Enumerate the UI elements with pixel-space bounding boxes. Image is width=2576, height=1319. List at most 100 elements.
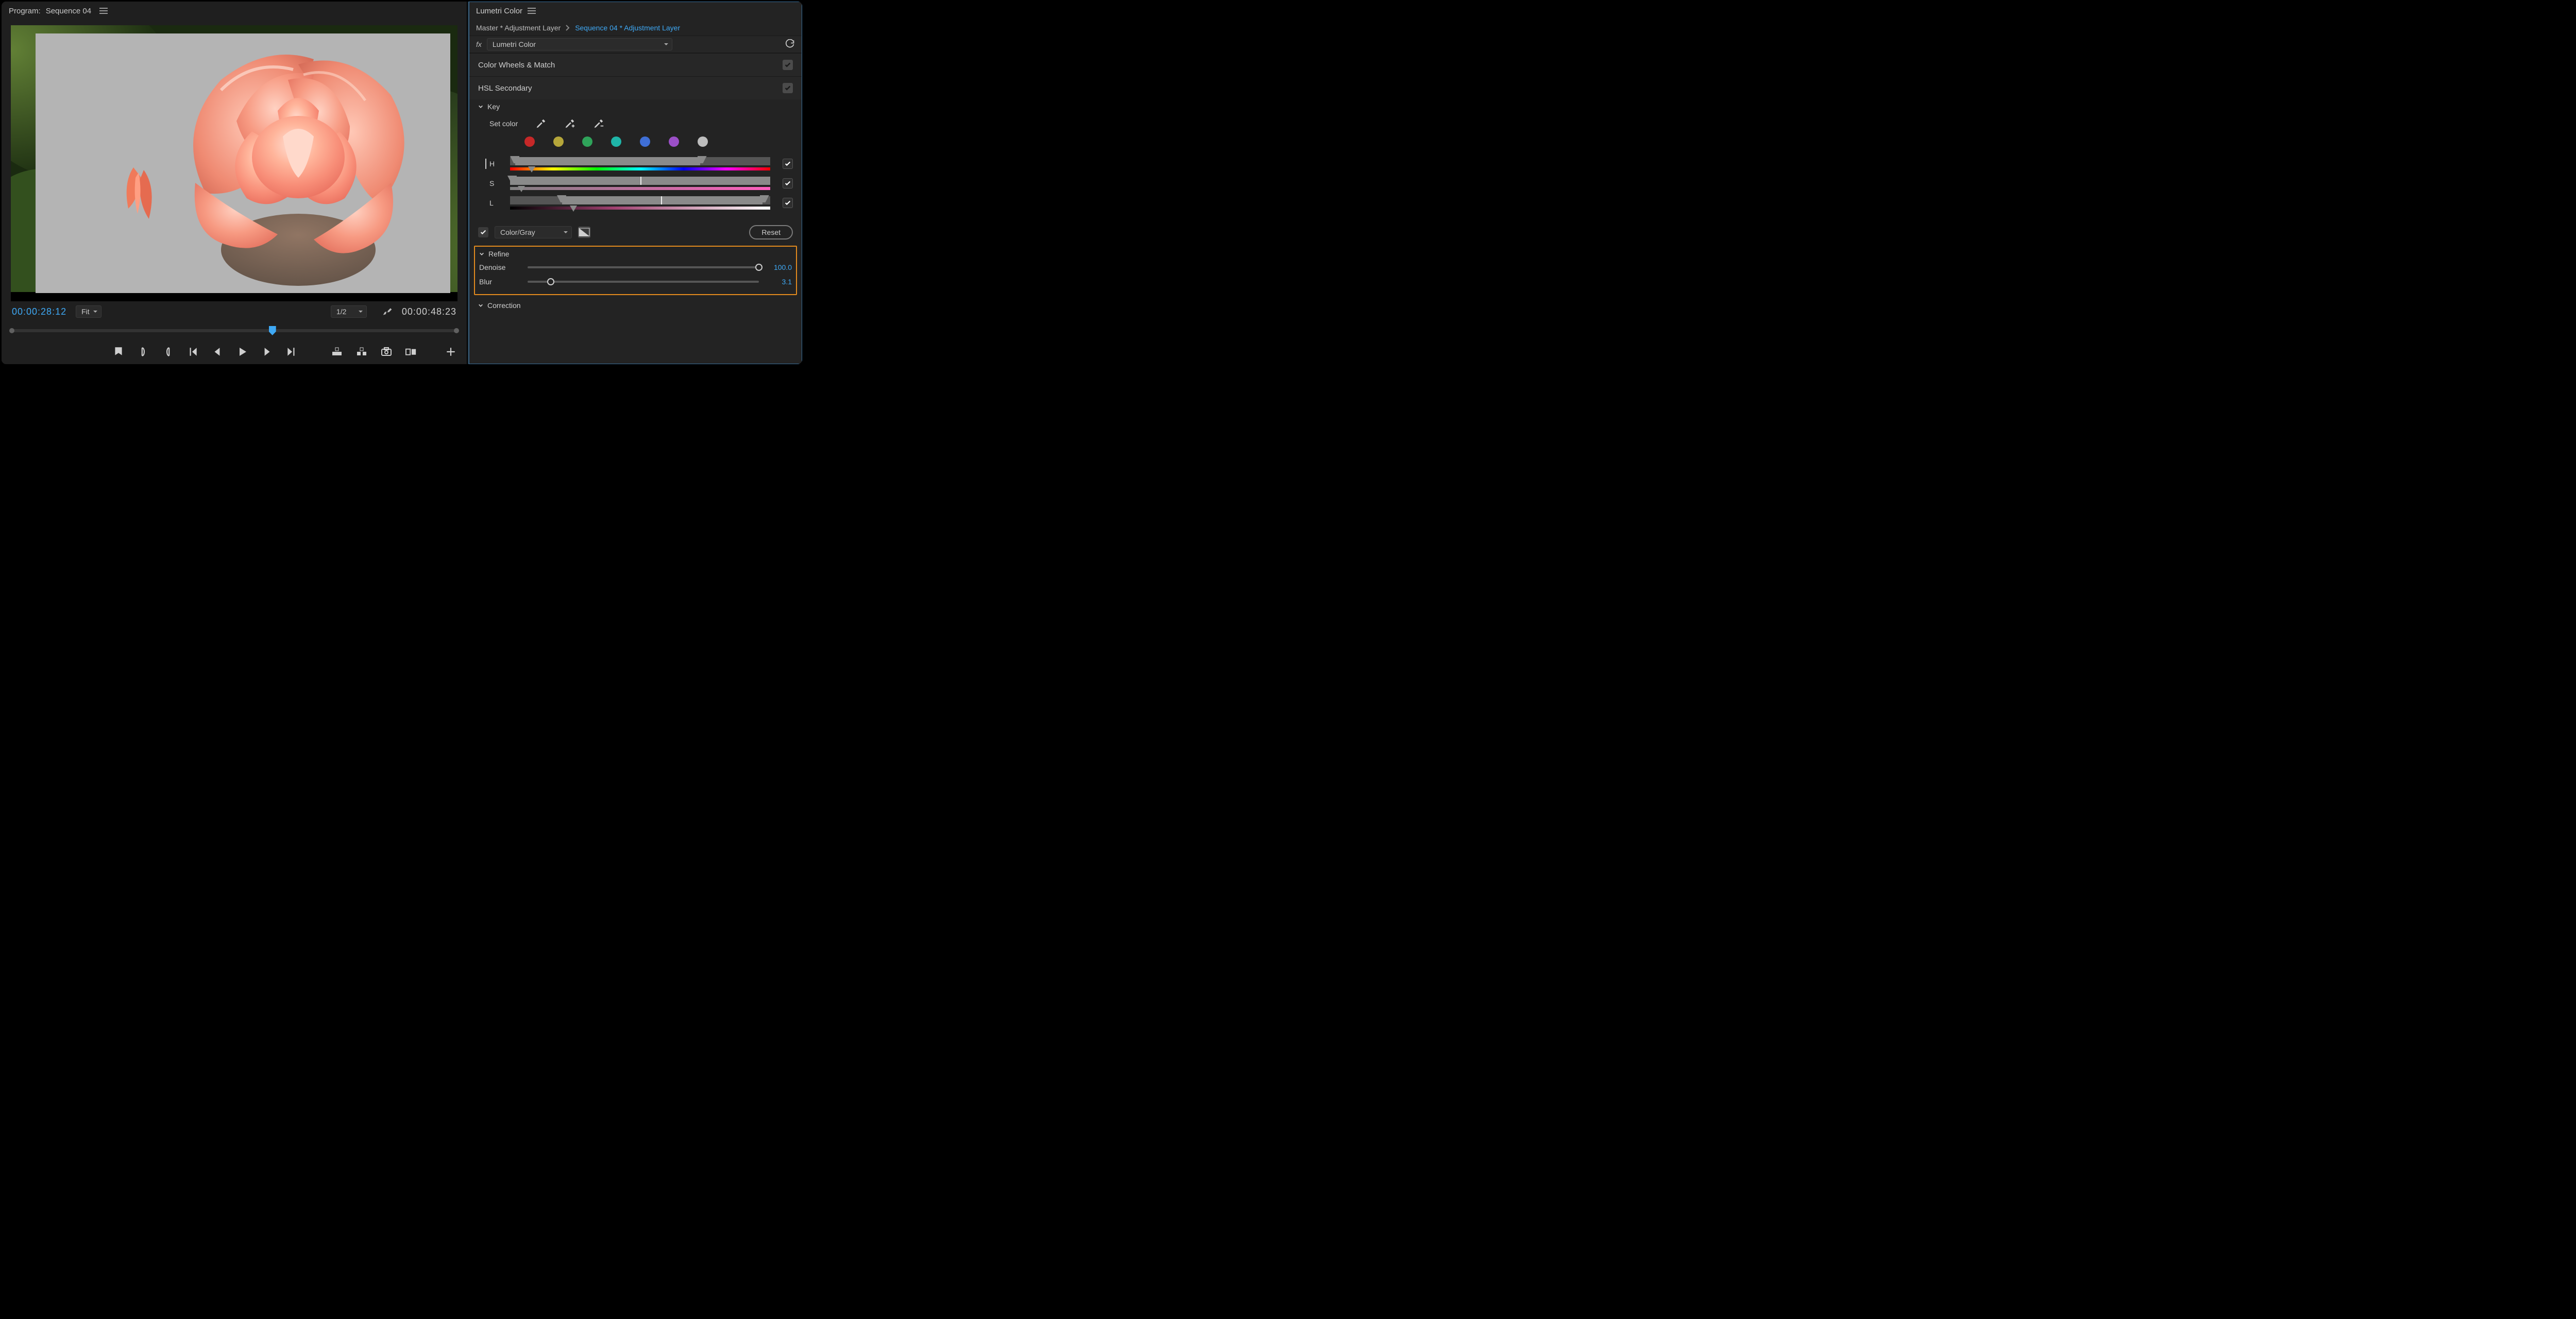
timecode-in[interactable]: 00:00:28:12: [12, 306, 66, 317]
swatch-red[interactable]: [524, 136, 535, 147]
blur-label: Blur: [479, 278, 520, 286]
add-marker-icon[interactable]: [113, 346, 124, 357]
breadcrumb-current[interactable]: Sequence 04 * Adjustment Layer: [575, 24, 680, 32]
section-toggle-checkbox[interactable]: [783, 83, 793, 93]
go-to-out-icon[interactable]: [286, 346, 297, 357]
preview-mode-dropdown[interactable]: Color/Gray: [495, 226, 572, 238]
section-label: Color Wheels & Match: [478, 61, 555, 70]
chevron-right-icon: [565, 25, 571, 31]
invert-mask-icon[interactable]: [578, 227, 590, 238]
section-hsl-secondary: HSL Secondary Key Set color: [469, 76, 802, 312]
subsection-key-header[interactable]: Key: [469, 99, 802, 114]
sat-enable-checkbox[interactable]: [783, 178, 793, 189]
preview-enable-checkbox[interactable]: [478, 227, 488, 237]
set-color-label: Set color: [489, 119, 518, 128]
chevron-down-icon: [479, 251, 484, 256]
comparison-view-icon[interactable]: [405, 346, 417, 357]
lumetri-title: Lumetri Color: [476, 7, 522, 15]
keyed-bud-image: [113, 162, 170, 234]
hue-range-row: H: [489, 154, 793, 174]
blur-slider-row: Blur 3.1: [479, 275, 792, 289]
lum-enable-checkbox[interactable]: [783, 198, 793, 208]
viewer-area: [2, 20, 467, 301]
swatch-cyan[interactable]: [611, 136, 621, 147]
hue-enable-checkbox[interactable]: [783, 159, 793, 169]
export-frame-icon[interactable]: [381, 346, 392, 357]
program-header: Program: Sequence 04: [2, 2, 467, 20]
swatch-yellow[interactable]: [553, 136, 564, 147]
program-viewer[interactable]: [11, 25, 457, 301]
reset-key-button[interactable]: Reset: [749, 225, 793, 239]
denoise-value[interactable]: 100.0: [766, 263, 792, 271]
eyedropper-subtract-icon[interactable]: [593, 118, 604, 129]
viewer-gray-matte: [36, 33, 450, 293]
button-editor-plus-icon[interactable]: [445, 346, 456, 357]
effect-dropdown[interactable]: Lumetri Color: [487, 38, 672, 50]
sat-range-slider[interactable]: [510, 177, 770, 190]
key-body: Set color: [469, 114, 802, 218]
panel-menu-icon[interactable]: [528, 8, 536, 14]
refine-group-highlight: Refine Denoise 100.0 Blur 3.1: [474, 246, 797, 295]
denoise-slider-row: Denoise 100.0: [479, 260, 792, 275]
play-icon[interactable]: [236, 346, 248, 357]
denoise-label: Denoise: [479, 263, 520, 271]
lift-icon[interactable]: [331, 346, 343, 357]
key-preview-row: Color/Gray Reset: [469, 218, 802, 244]
program-title-prefix: Program:: [9, 7, 41, 15]
step-back-icon[interactable]: [212, 346, 223, 357]
section-header-color-wheels[interactable]: Color Wheels & Match: [469, 54, 802, 76]
denoise-slider[interactable]: [528, 266, 759, 268]
swatch-blue[interactable]: [640, 136, 650, 147]
step-forward-icon[interactable]: [261, 346, 273, 357]
program-info-row: 00:00:28:12 Fit 1/2 00:00:48:23: [2, 301, 467, 322]
refine-label: Refine: [488, 250, 509, 258]
blur-slider[interactable]: [528, 281, 759, 283]
subsection-correction-header[interactable]: Correction: [469, 298, 802, 312]
timeline-track[interactable]: [12, 329, 456, 332]
effect-selector-row: fx Lumetri Color: [469, 36, 802, 53]
mark-in-icon[interactable]: [138, 346, 149, 357]
correction-label: Correction: [487, 301, 521, 310]
clip-breadcrumb: Master * Adjustment Layer Sequence 04 * …: [469, 20, 802, 36]
playhead-icon[interactable]: [269, 326, 276, 335]
zoom-dropdown[interactable]: Fit: [76, 305, 101, 318]
lum-range-slider[interactable]: [510, 196, 770, 210]
section-color-wheels: Color Wheels & Match: [469, 53, 802, 76]
transport-controls: [2, 339, 467, 364]
swatch-white[interactable]: [698, 136, 708, 147]
blur-value[interactable]: 3.1: [766, 278, 792, 286]
section-label: HSL Secondary: [478, 84, 532, 93]
go-to-in-icon[interactable]: [187, 346, 198, 357]
lum-range-row: L: [489, 193, 793, 213]
swatch-green[interactable]: [582, 136, 592, 147]
eyedropper-add-icon[interactable]: [564, 118, 575, 129]
subsection-key-label: Key: [487, 102, 500, 111]
resolution-dropdown[interactable]: 1/2: [331, 305, 367, 318]
reset-effect-icon[interactable]: [785, 39, 795, 49]
sat-label: S: [489, 179, 501, 187]
mark-out-icon[interactable]: [162, 346, 174, 357]
lum-label: L: [489, 199, 501, 207]
app-window: Program: Sequence 04: [0, 0, 804, 366]
mini-timeline[interactable]: [2, 322, 467, 339]
swatch-magenta[interactable]: [669, 136, 679, 147]
set-color-row: Set color: [489, 116, 793, 134]
subsection-refine-header[interactable]: Refine: [479, 250, 792, 260]
extract-icon[interactable]: [356, 346, 367, 357]
slider-thumb-icon[interactable]: [755, 264, 762, 271]
lumetri-color-panel: Lumetri Color Master * Adjustment Layer …: [468, 2, 802, 364]
section-header-hsl[interactable]: HSL Secondary: [469, 77, 802, 99]
hue-label: H: [489, 160, 501, 168]
section-toggle-checkbox[interactable]: [783, 60, 793, 70]
sat-range-row: S: [489, 174, 793, 193]
chevron-down-icon: [478, 104, 483, 109]
keyed-flower-image: [144, 28, 422, 296]
breadcrumb-master[interactable]: Master * Adjustment Layer: [476, 24, 561, 32]
settings-wrench-icon[interactable]: [382, 306, 393, 317]
slider-thumb-icon[interactable]: [547, 278, 554, 285]
lumetri-header: Lumetri Color: [469, 2, 802, 20]
timecode-out: 00:00:48:23: [402, 306, 456, 317]
hue-range-slider[interactable]: [510, 157, 770, 170]
eyedropper-icon[interactable]: [535, 118, 547, 129]
panel-menu-icon[interactable]: [99, 8, 108, 14]
